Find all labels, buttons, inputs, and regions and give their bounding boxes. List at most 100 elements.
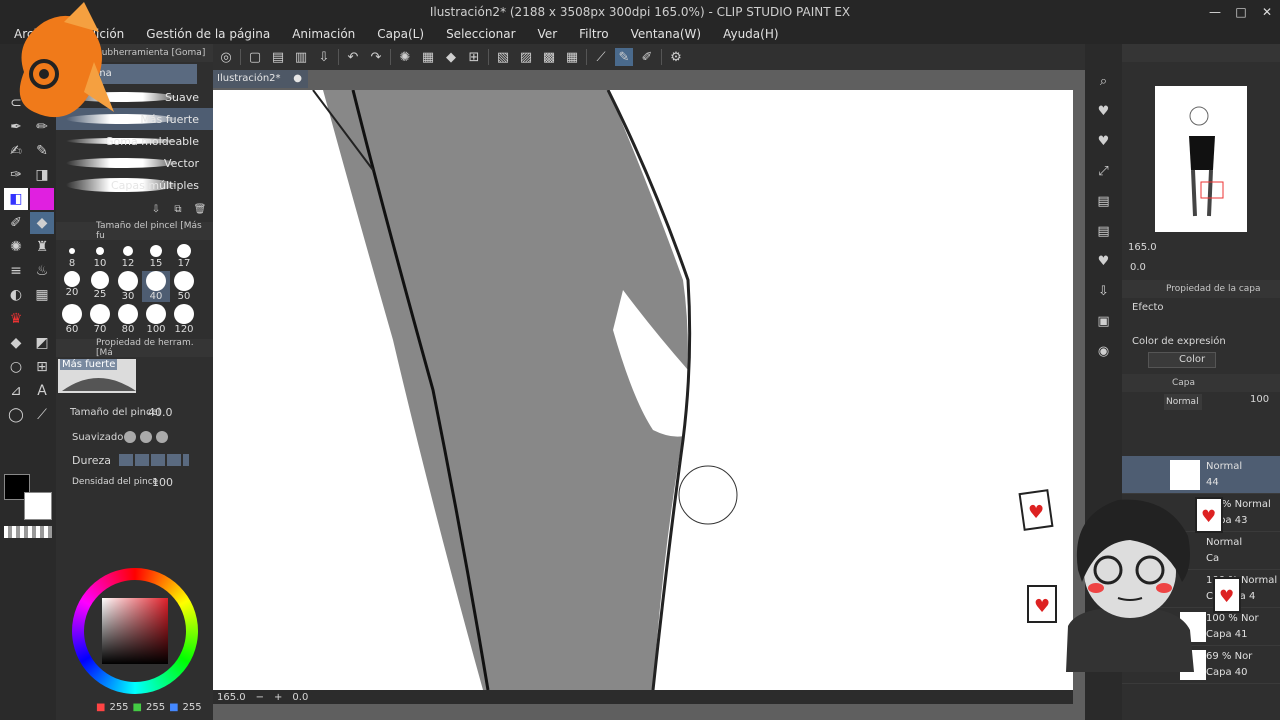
pen-active-icon[interactable]: ✎ xyxy=(615,48,633,66)
eraser-icon[interactable]: ◨ xyxy=(30,164,54,186)
airbrush-icon[interactable]: ✎ xyxy=(30,140,54,162)
pen-alt-icon[interactable]: ✐ xyxy=(638,48,656,66)
sparkle-icon[interactable]: ✺ xyxy=(4,236,28,258)
brush-capas-multiples[interactable]: Capas múltiples xyxy=(56,174,213,196)
eyedropper-icon[interactable]: ✐ xyxy=(4,212,28,234)
new-file-icon[interactable]: ▢ xyxy=(246,48,264,66)
size-17[interactable]: 17 xyxy=(170,244,198,269)
size-10[interactable]: 10 xyxy=(86,244,114,269)
cake-icon[interactable]: ♛ xyxy=(4,308,28,330)
lines-icon[interactable]: ≡ xyxy=(4,260,28,282)
size-8[interactable]: 8 xyxy=(58,244,86,269)
zoom-in-icon[interactable]: + xyxy=(274,692,282,703)
marker-icon[interactable]: ✑ xyxy=(4,164,28,186)
eraser-active-icon[interactable]: ◆ xyxy=(30,212,54,234)
color-square[interactable] xyxy=(102,598,168,664)
download-icon[interactable]: ⇩ xyxy=(147,200,165,218)
favorite-2-icon[interactable]: ♥ xyxy=(1095,132,1113,150)
panel-icon[interactable]: ▤ xyxy=(1095,192,1113,210)
frame-icon[interactable]: ⊞ xyxy=(30,356,54,378)
size-50[interactable]: 50 xyxy=(170,271,198,302)
open-folder-icon[interactable]: ▤ xyxy=(269,48,287,66)
menu-capa[interactable]: Capa(L) xyxy=(377,27,424,41)
selection-icon[interactable]: ▧ xyxy=(494,48,512,66)
correct-line-icon[interactable]: ⟋ xyxy=(30,404,54,426)
app-icon[interactable]: ◎ xyxy=(217,48,235,66)
nav-angle[interactable]: 0.0 xyxy=(1130,262,1146,273)
menu-ayuda[interactable]: Ayuda(H) xyxy=(723,27,778,41)
blend-icon[interactable]: ◐ xyxy=(4,284,28,306)
menu-animacion[interactable]: Animación xyxy=(292,27,355,41)
drop-icon[interactable]: ♨ xyxy=(30,260,54,282)
size-30[interactable]: 30 xyxy=(114,271,142,302)
size-40[interactable]: 40 xyxy=(142,271,170,302)
size-100[interactable]: 100 xyxy=(142,304,170,335)
drawing-canvas[interactable] xyxy=(213,90,1073,690)
smooth-option-1[interactable] xyxy=(124,431,136,443)
size-25[interactable]: 25 xyxy=(86,271,114,302)
pattern-icon[interactable]: ▦ xyxy=(30,284,54,306)
expr-select[interactable]: Color xyxy=(1148,352,1216,368)
stamp-icon[interactable]: ♜ xyxy=(30,236,54,258)
tab-close-dot[interactable]: ● xyxy=(293,70,302,88)
selection-2-icon[interactable]: ▨ xyxy=(517,48,535,66)
smooth-option-2[interactable] xyxy=(140,431,152,443)
size-80[interactable]: 80 xyxy=(114,304,142,335)
menu-seleccionar[interactable]: Seleccionar xyxy=(446,27,515,41)
sub-color-swatch[interactable] xyxy=(24,492,52,520)
favorite-icon[interactable]: ♥ xyxy=(1095,102,1113,120)
size-70[interactable]: 70 xyxy=(86,304,114,335)
nav-zoom[interactable]: 165.0 xyxy=(1128,242,1157,253)
selection-4-icon[interactable]: ▦ xyxy=(563,48,581,66)
ruler-icon[interactable]: ⟋ xyxy=(592,48,610,66)
brush-icon[interactable]: ✍ xyxy=(4,140,28,162)
size-12[interactable]: 12 xyxy=(114,244,142,269)
brush-goma-moldeable[interactable]: Goma moldeable xyxy=(56,130,213,152)
undo-icon[interactable]: ↶ xyxy=(344,48,362,66)
size-15[interactable]: 15 xyxy=(142,244,170,269)
toolprop-density-value[interactable]: 100 xyxy=(152,476,173,489)
menu-filtro[interactable]: Filtro xyxy=(579,27,608,41)
size-20[interactable]: 20 xyxy=(58,271,86,302)
settings-icon[interactable]: ⚙ xyxy=(667,48,685,66)
loading-icon[interactable]: ✺ xyxy=(396,48,414,66)
blend-mode-select[interactable]: Normal xyxy=(1164,394,1202,410)
import-icon[interactable]: ⇩ xyxy=(1095,282,1113,300)
selection-3-icon[interactable]: ▩ xyxy=(540,48,558,66)
text-icon[interactable]: A xyxy=(30,380,54,402)
trash-icon[interactable]: 🗑 xyxy=(191,200,209,218)
status-zoom[interactable]: 165.0 xyxy=(217,692,246,703)
color-wheel[interactable] xyxy=(72,568,198,694)
fill-bucket-icon[interactable]: ◆ xyxy=(4,332,28,354)
toolprop-size-value[interactable]: 40.0 xyxy=(148,406,173,419)
hardness-slider[interactable] xyxy=(119,454,190,466)
panel-3-icon[interactable]: ▣ xyxy=(1095,312,1113,330)
save-icon[interactable]: ▥ xyxy=(292,48,310,66)
balloon-icon[interactable]: ◯ xyxy=(4,404,28,426)
color-mix-icon[interactable]: ◧ xyxy=(4,188,28,210)
size-60[interactable]: 60 xyxy=(58,304,86,335)
transform-icon[interactable]: ⊞ xyxy=(465,48,483,66)
status-angle[interactable]: 0.0 xyxy=(292,692,308,703)
magenta-icon[interactable] xyxy=(30,188,54,210)
menu-ver[interactable]: Ver xyxy=(538,27,558,41)
search-icon[interactable]: ⌕ xyxy=(1095,72,1113,90)
close-icon[interactable]: ✕ xyxy=(1254,0,1280,24)
export-icon[interactable]: ⇩ xyxy=(315,48,333,66)
opacity-value[interactable]: 100 xyxy=(1250,394,1269,405)
smooth-option-3[interactable] xyxy=(156,431,168,443)
fill-icon[interactable]: ◆ xyxy=(442,48,460,66)
menu-ventana[interactable]: Ventana(W) xyxy=(631,27,702,41)
gradient-icon[interactable]: ◩ xyxy=(30,332,54,354)
vector-icon[interactable]: ⊿ xyxy=(4,380,28,402)
navigator-preview[interactable] xyxy=(1155,86,1247,232)
copy-icon[interactable]: ⧉ xyxy=(169,200,187,218)
menu-gestion-pagina[interactable]: Gestión de la página xyxy=(146,27,270,41)
tab-ilustracion2[interactable]: Ilustración2* ● xyxy=(213,70,308,88)
panel-2-icon[interactable]: ▤ xyxy=(1095,222,1113,240)
clear-icon[interactable]: ▦ xyxy=(419,48,437,66)
size-120[interactable]: 120 xyxy=(170,304,198,335)
minimize-icon[interactable]: — xyxy=(1202,0,1228,24)
transparent-swatch[interactable] xyxy=(4,526,52,538)
camera-icon[interactable]: ◉ xyxy=(1095,342,1113,360)
